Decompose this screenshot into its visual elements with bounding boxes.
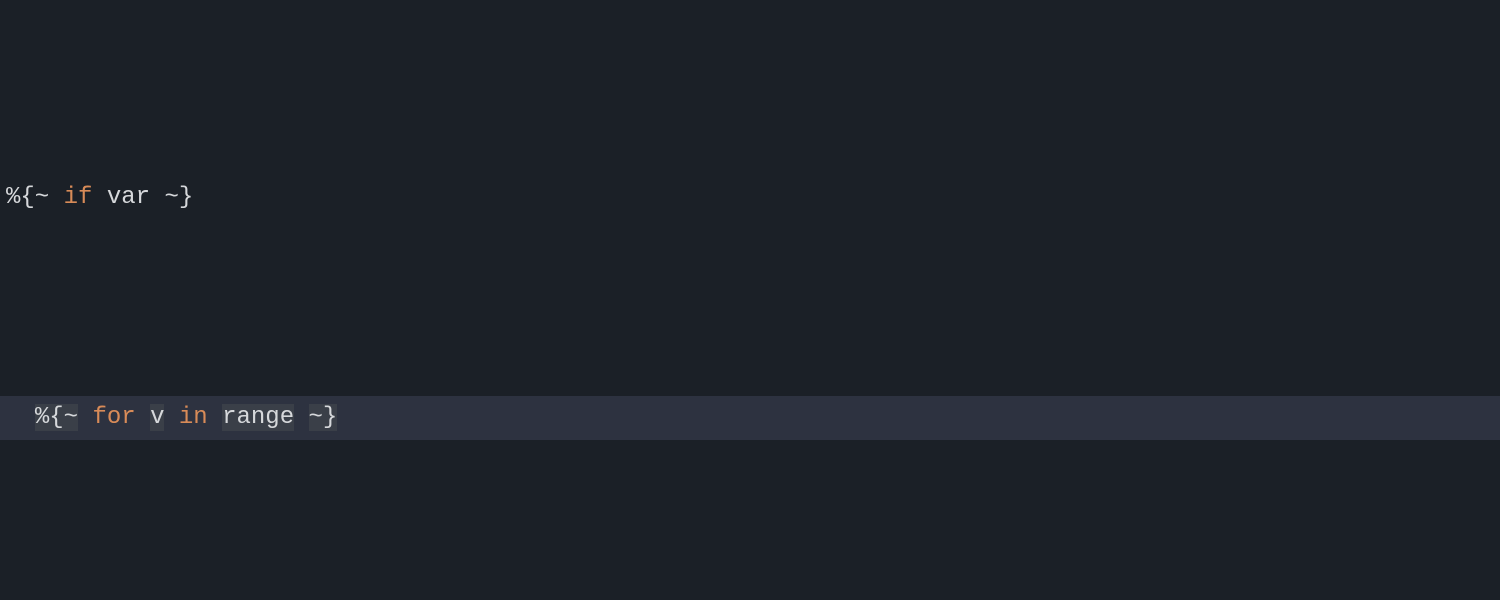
template-close: ~} [309, 404, 338, 431]
identifier-var: var [107, 184, 150, 211]
keyword-in: in [179, 404, 208, 431]
code-line: %{~ if var ~} [0, 176, 1500, 220]
keyword-for: for [92, 404, 135, 431]
template-open: %{~ [35, 404, 78, 431]
template-open: %{~ [6, 184, 49, 211]
identifier-v: v [150, 404, 164, 431]
code-line-active: %{~ for v in range ~} [0, 396, 1500, 440]
template-close: ~} [164, 184, 193, 211]
code-editor[interactable]: %{~ if var ~} %{~ for v in range ~} %{~ … [0, 0, 1500, 600]
identifier-range: range [222, 404, 294, 431]
keyword-if: if [64, 184, 93, 211]
